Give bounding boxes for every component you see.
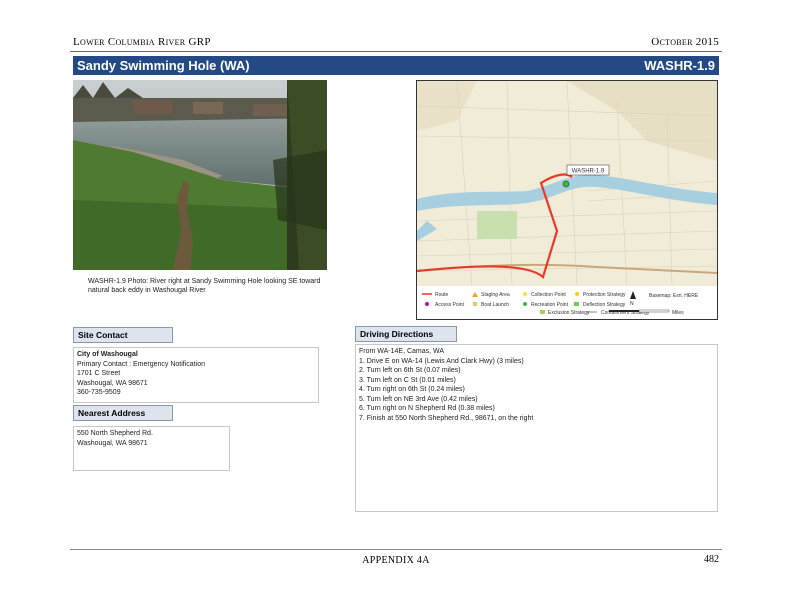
contact-organization: City of Washougal bbox=[77, 351, 138, 358]
legend-item-exclusion-strategy: Exclusion Strategy bbox=[548, 310, 590, 316]
header-divider bbox=[70, 51, 722, 52]
map-source-credit: Basemap: Esri, HERE bbox=[649, 293, 699, 299]
site-map[interactable]: WASHR-1.9 Route Access Point Staging Are… bbox=[416, 80, 718, 320]
driving-directions-heading: Driving Directions bbox=[355, 326, 457, 342]
address-street: 550 North Shepherd Rd. bbox=[77, 430, 153, 437]
page-number: 482 bbox=[704, 554, 719, 565]
svg-text:N: N bbox=[630, 301, 634, 307]
legend-item-deflection-strategy: Deflection Strategy bbox=[583, 302, 626, 308]
nearest-address-box: 550 North Shepherd Rd. Washougal, WA 986… bbox=[73, 426, 230, 471]
direction-step: 6. Turn right on N Shepherd Rd (0.38 mil… bbox=[359, 405, 495, 412]
footer-divider bbox=[70, 549, 722, 550]
legend-item-collection-point: Collection Point bbox=[531, 292, 566, 298]
site-title: Sandy Swimming Hole (WA) bbox=[77, 58, 250, 73]
legend-item-access-point: Access Point bbox=[435, 302, 465, 308]
legend-item-boat-launch: Boat Launch bbox=[481, 302, 509, 308]
site-map-image: WASHR-1.9 Route Access Point Staging Are… bbox=[417, 81, 717, 319]
legend-item-recreation-point: Recreation Point bbox=[531, 302, 569, 308]
nearest-address-heading: Nearest Address bbox=[73, 405, 173, 421]
driving-directions-box: From WA-14E, Camas, WA 1. Drive E on WA-… bbox=[355, 344, 718, 512]
address-city: Washougal, WA 98671 bbox=[77, 439, 148, 447]
contact-city: Washougal, WA 98671 bbox=[77, 379, 148, 387]
legend-item-protection-strategy: Protection Strategy bbox=[583, 292, 626, 298]
direction-step: 2. Turn left on 6th St (0.07 miles) bbox=[359, 367, 461, 374]
photo-caption: WASHR-1.9 Photo: River right at Sandy Sw… bbox=[88, 278, 321, 294]
contact-primary: Primary Contact : Emergency Notification bbox=[77, 360, 205, 368]
legend-item-route: Route bbox=[435, 292, 449, 298]
contact-phone: 360-735-9509 bbox=[77, 389, 121, 396]
site-title-banner: Sandy Swimming Hole (WA) WASHR-1.9 bbox=[73, 56, 719, 75]
direction-step: 5. Turn left on NE 3rd Ave (0.42 miles) bbox=[359, 395, 478, 403]
site-contact-box: City of Washougal Primary Contact : Emer… bbox=[73, 347, 319, 403]
site-code: WASHR-1.9 bbox=[644, 58, 715, 73]
contact-street: 1701 C Street bbox=[77, 370, 121, 377]
direction-step: 1. Drive E on WA-14 (Lewis And Clark Hwy… bbox=[359, 357, 524, 365]
map-site-label: WASHR-1.9 bbox=[572, 169, 605, 175]
site-photo bbox=[73, 80, 327, 270]
legend-item-staging-area: Staging Area bbox=[481, 292, 510, 298]
site-contact-heading: Site Contact bbox=[73, 327, 173, 343]
site-photo-image bbox=[73, 80, 327, 270]
direction-step: 3. Turn left on C St (0.01 miles) bbox=[359, 376, 456, 384]
direction-step: 4. Turn right on 6th St (0.24 miles) bbox=[359, 386, 465, 393]
direction-step: 7. Finish at 550 North Shepherd Rd., 986… bbox=[359, 414, 534, 422]
header-document-title: Lower Columbia River GRP bbox=[73, 36, 211, 48]
map-scale-label: Miles bbox=[672, 310, 684, 316]
header-date: October 2015 bbox=[651, 36, 719, 48]
footer-appendix: APPENDIX 4A bbox=[362, 555, 430, 566]
direction-step: From WA-14E, Camas, WA bbox=[359, 348, 445, 355]
